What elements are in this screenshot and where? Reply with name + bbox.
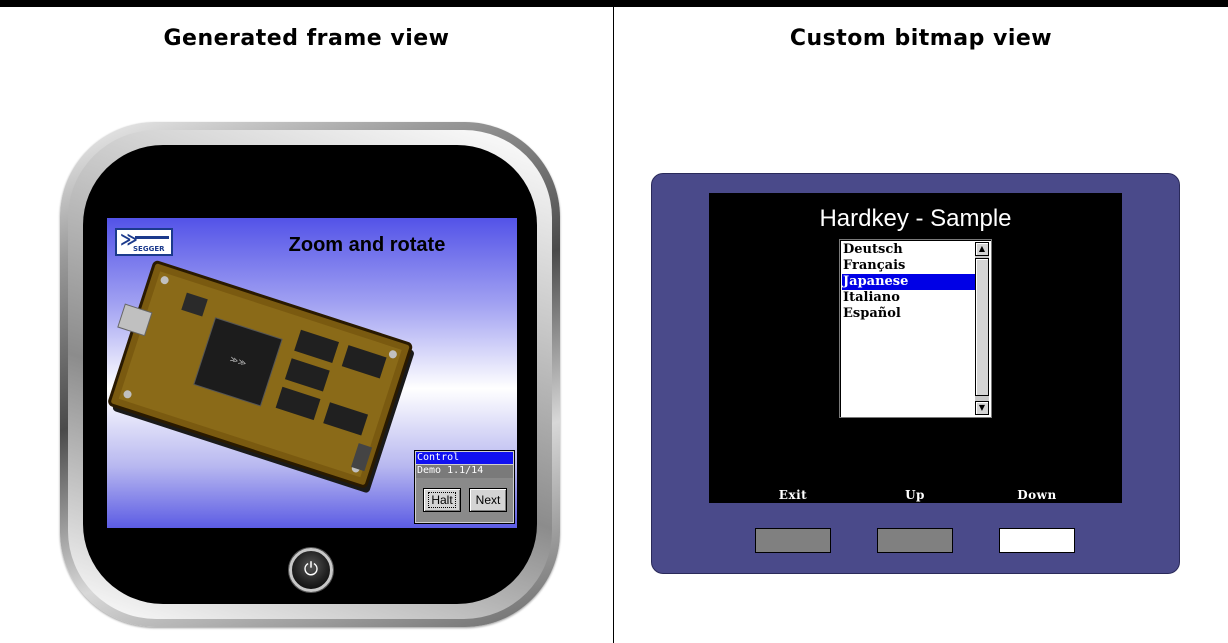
segger-logo: ≫ SEGGER — [115, 228, 173, 256]
down-key-label: Down — [1017, 488, 1057, 502]
demo-progress-text: Demo 1.1/14 — [416, 465, 513, 478]
screen-title: Zoom and rotate — [288, 234, 446, 256]
scrollbar-thumb[interactable] — [975, 258, 989, 396]
language-listbox[interactable]: Deutsch Français Japanese Italiano Españ… — [839, 239, 992, 418]
panel-divider — [613, 7, 614, 643]
listbox-scrollbar[interactable]: ▲ ▼ — [975, 242, 989, 415]
top-border — [0, 0, 1228, 7]
power-icon: ⏻ — [303, 559, 319, 580]
halt-button[interactable]: Halt — [423, 488, 461, 512]
segger-logo-bar — [135, 236, 169, 239]
halt-button-label: Halt — [428, 492, 456, 508]
listbox-item-japanese-selected[interactable]: Japanese — [842, 274, 975, 290]
listbox-item-espanol[interactable]: Español — [842, 306, 975, 322]
right-panel-heading: Custom bitmap view — [789, 26, 1053, 51]
power-button[interactable]: ⏻ — [289, 548, 333, 592]
listbox-item-italiano[interactable]: Italiano — [842, 290, 975, 306]
up-key-label: Up — [905, 488, 925, 502]
next-button[interactable]: Next — [469, 488, 507, 512]
hardkey-sample-title: Hardkey - Sample — [819, 205, 1012, 232]
listbox-item-deutsch[interactable]: Deutsch — [842, 242, 975, 258]
listbox-item-francais[interactable]: Français — [842, 258, 975, 274]
scroll-up-arrow-icon[interactable]: ▲ — [975, 242, 989, 256]
segger-logo-text: SEGGER — [133, 245, 165, 253]
up-hardkey[interactable] — [877, 528, 953, 553]
scroll-down-arrow-icon[interactable]: ▼ — [975, 401, 989, 415]
left-panel-heading: Generated frame view — [163, 26, 450, 51]
device-screen: ≫≫ ≫ SEGGER Zoom and rotate Control Demo… — [107, 218, 517, 528]
control-window: Control Demo 1.1/14 Halt Next — [414, 450, 515, 524]
exit-hardkey[interactable] — [755, 528, 831, 553]
control-caption: Control — [416, 452, 513, 464]
exit-key-label: Exit — [778, 488, 808, 502]
down-hardkey[interactable] — [999, 528, 1075, 553]
